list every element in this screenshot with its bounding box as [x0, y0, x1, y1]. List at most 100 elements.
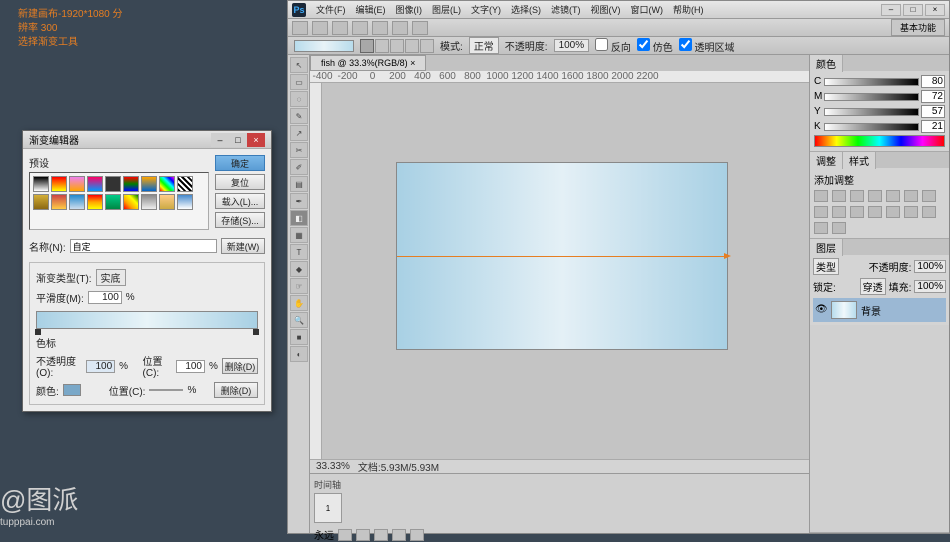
gradient-preset[interactable] [159, 194, 175, 210]
adjustment-icon[interactable] [814, 190, 828, 202]
delete-color-button[interactable]: 删除(D) [214, 382, 258, 398]
tool-button[interactable]: ▤ [290, 176, 308, 192]
adjustment-icon[interactable] [814, 206, 828, 218]
gradient-preset[interactable] [123, 194, 139, 210]
minimize-button[interactable]: – [881, 4, 901, 16]
smoothness-field[interactable]: 100 [88, 291, 122, 304]
toolbar-icon[interactable] [392, 21, 408, 35]
adjustment-icon[interactable] [850, 206, 864, 218]
gradient-preset[interactable] [123, 176, 139, 192]
reflected-gradient-button[interactable] [405, 39, 419, 53]
toolbar-icon[interactable] [292, 21, 308, 35]
color-value[interactable]: 21 [921, 120, 945, 133]
dialog-close-button[interactable]: × [247, 133, 265, 147]
tool-button[interactable]: ✐ [290, 159, 308, 175]
pass-through[interactable]: 穿透 [860, 278, 886, 295]
color-value[interactable]: 57 [921, 105, 945, 118]
play-button[interactable] [374, 529, 388, 541]
name-field[interactable] [70, 239, 217, 253]
color-slider[interactable] [824, 93, 919, 101]
tool-button[interactable]: ■ [290, 329, 308, 345]
color-slider[interactable] [824, 108, 919, 116]
close-button[interactable]: × [925, 4, 945, 16]
gradient-preview[interactable] [294, 40, 354, 52]
adjustment-icon[interactable] [886, 190, 900, 202]
layer-opacity[interactable]: 100% [914, 260, 946, 273]
canvas[interactable] [322, 83, 809, 459]
adjustment-icon[interactable] [904, 190, 918, 202]
menu-item[interactable]: 帮助(H) [669, 3, 708, 16]
workspace-switcher[interactable]: 基本功能 [891, 19, 945, 36]
tool-button[interactable]: ✒ [290, 193, 308, 209]
opacity-field[interactable]: 100% [554, 39, 590, 52]
dither-checkbox[interactable]: 仿色 [637, 38, 673, 54]
tool-button[interactable]: ◐ [290, 346, 308, 362]
adjustment-icon[interactable] [868, 206, 882, 218]
menu-item[interactable]: 滤镜(T) [547, 3, 585, 16]
linear-gradient-button[interactable] [360, 39, 374, 53]
tool-button[interactable]: ☞ [290, 278, 308, 294]
gradient-type-select[interactable]: 实底 [96, 269, 126, 286]
gradient-preset[interactable] [105, 176, 121, 192]
tool-button[interactable]: ↖ [290, 57, 308, 73]
transparency-checkbox[interactable]: 透明区域 [679, 38, 735, 54]
adjustment-icon[interactable] [922, 206, 936, 218]
angle-gradient-button[interactable] [390, 39, 404, 53]
gradient-preset[interactable] [69, 194, 85, 210]
last-frame-button[interactable] [410, 529, 424, 541]
gradient-bar[interactable] [36, 311, 258, 329]
gradient-preset[interactable] [87, 176, 103, 192]
tool-button[interactable]: ✂ [290, 142, 308, 158]
document-tab[interactable]: fish @ 33.3%(RGB/8) × [310, 55, 426, 71]
color-slider[interactable] [824, 78, 919, 86]
toolbar-icon[interactable] [372, 21, 388, 35]
toolbar-icon[interactable] [332, 21, 348, 35]
styles-tab[interactable]: 样式 [843, 152, 876, 169]
tool-button[interactable]: ▦ [290, 227, 308, 243]
zoom-level[interactable]: 33.33% [316, 461, 350, 472]
adjustment-icon[interactable] [814, 222, 828, 234]
layers-tab[interactable]: 图层 [810, 239, 843, 256]
menu-item[interactable]: 图层(L) [428, 3, 465, 16]
toolbar-icon[interactable] [352, 21, 368, 35]
color-slider[interactable] [824, 123, 919, 131]
adjustment-icon[interactable] [886, 206, 900, 218]
tool-button[interactable]: T [290, 244, 308, 260]
gradient-preset[interactable] [33, 176, 49, 192]
menu-item[interactable]: 选择(S) [507, 3, 545, 16]
new-button[interactable]: 新建(W) [221, 238, 265, 254]
gradient-preset[interactable] [51, 176, 67, 192]
color-location-field[interactable] [149, 389, 183, 391]
gradient-preset[interactable] [141, 176, 157, 192]
first-frame-button[interactable] [338, 529, 352, 541]
tool-button[interactable]: ✋ [290, 295, 308, 311]
diamond-gradient-button[interactable] [420, 39, 434, 53]
load-button[interactable]: 载入(L)... [215, 193, 265, 209]
adjustment-icon[interactable] [832, 190, 846, 202]
reverse-checkbox[interactable]: 反向 [595, 38, 631, 54]
gradient-preset[interactable] [159, 176, 175, 192]
dialog-maximize-button[interactable]: □ [229, 133, 247, 147]
menu-item[interactable]: 文件(F) [312, 3, 350, 16]
color-value[interactable]: 72 [921, 90, 945, 103]
dialog-titlebar[interactable]: 渐变编辑器 – □ × [23, 131, 271, 149]
gradient-preset[interactable] [33, 194, 49, 210]
layer-fill[interactable]: 100% [914, 280, 946, 293]
adjustment-icon[interactable] [832, 206, 846, 218]
menu-item[interactable]: 视图(V) [587, 3, 625, 16]
gradient-preset[interactable] [105, 194, 121, 210]
menu-item[interactable]: 图像(I) [392, 3, 427, 16]
ok-button[interactable]: 确定 [215, 155, 265, 171]
gradient-preset[interactable] [141, 194, 157, 210]
timeline-frame[interactable]: 1 [314, 493, 342, 523]
stop-color-swatch[interactable] [63, 384, 81, 396]
color-spectrum[interactable] [814, 135, 945, 147]
dialog-minimize-button[interactable]: – [211, 133, 229, 147]
cancel-button[interactable]: 复位 [215, 174, 265, 190]
tool-button[interactable]: 🔍 [290, 312, 308, 328]
visibility-icon[interactable]: 👁 [815, 304, 827, 316]
toolbar-icon[interactable] [312, 21, 328, 35]
adjustment-icon[interactable] [868, 190, 882, 202]
delete-stop-button[interactable]: 删除(D) [222, 358, 258, 374]
toolbar-icon[interactable] [412, 21, 428, 35]
